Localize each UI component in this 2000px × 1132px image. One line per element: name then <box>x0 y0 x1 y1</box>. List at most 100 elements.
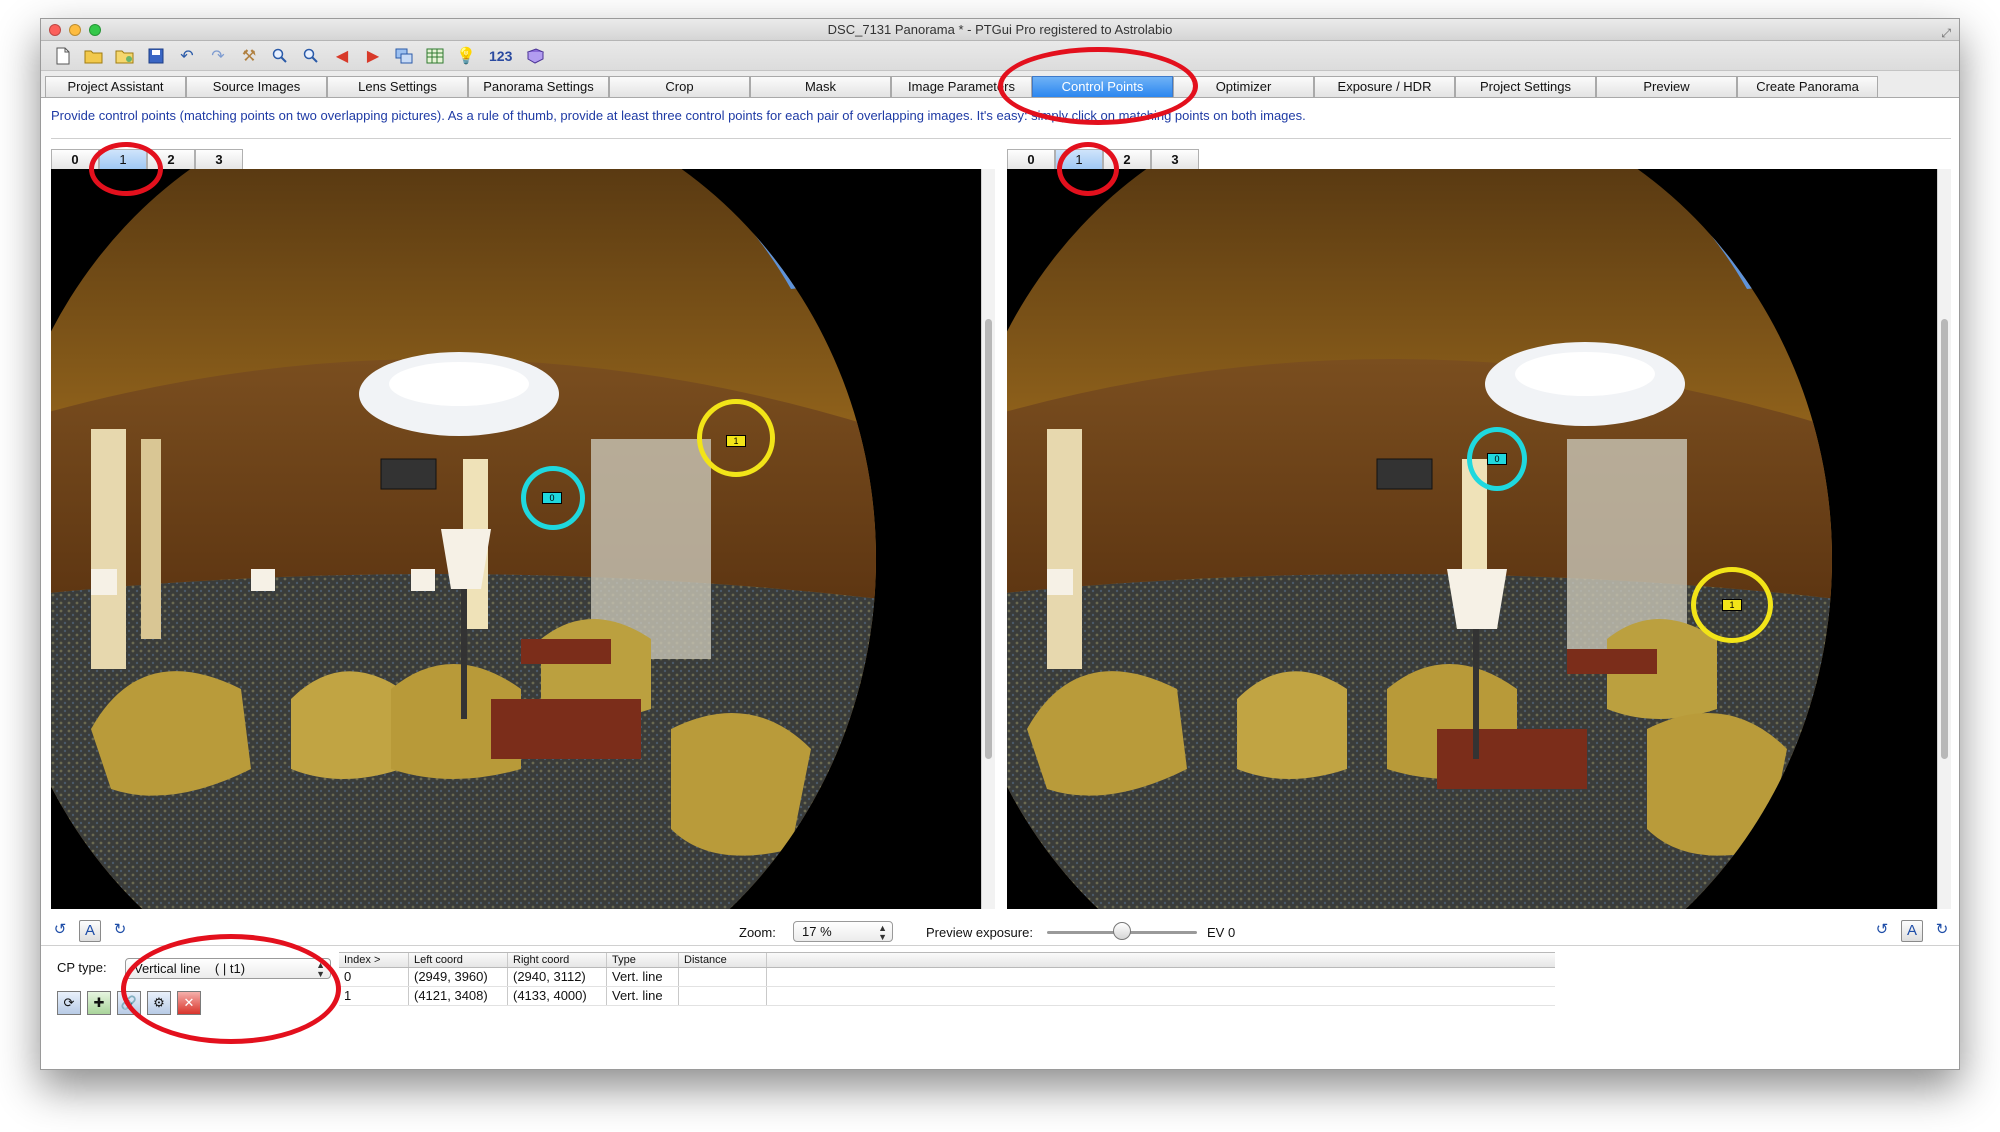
new-file-icon[interactable] <box>51 44 75 68</box>
tools-icon[interactable]: ⚒ <box>237 44 261 68</box>
table-row[interactable]: 0 (2949, 3960) (2940, 3112) Vert. line <box>339 968 1555 987</box>
open-recent-icon[interactable] <box>113 44 137 68</box>
col-index-header[interactable]: Index > <box>339 953 409 967</box>
images-icon[interactable] <box>392 44 416 68</box>
cell-right-coord: (4133, 4000) <box>508 987 607 1005</box>
zoom-label: Zoom: <box>739 925 776 940</box>
zoom-in-icon[interactable] <box>268 44 292 68</box>
table-icon[interactable] <box>423 44 447 68</box>
arrow-left-icon[interactable]: ◀ <box>330 44 354 68</box>
app-window: DSC_7131 Panorama * - PTGui Pro register… <box>40 18 1960 1070</box>
redo-icon[interactable]: ↷ <box>206 44 230 68</box>
book-icon[interactable] <box>523 44 547 68</box>
tab-project-assistant[interactable]: Project Assistant <box>45 76 186 97</box>
left-image-view[interactable]: 0 1 <box>51 169 981 909</box>
minimize-window-button[interactable] <box>69 24 81 36</box>
tab-bar: Project Assistant Source Images Lens Set… <box>41 71 1959 97</box>
right-cp0-label: 0 <box>1487 453 1507 465</box>
cp-link-icon[interactable]: 🔗 <box>117 991 141 1015</box>
cp-type-select[interactable]: Vertical line ( | t1) ▲ ▼ <box>125 958 331 979</box>
view-controls-bar: ↺ A ↻ Zoom: 17 % ▲ ▼ Preview exposure: EV… <box>41 917 1959 945</box>
left-auto-button[interactable]: A <box>79 920 101 942</box>
zoom-value: 17 % <box>802 924 832 939</box>
window-title: DSC_7131 Panorama * - PTGui Pro register… <box>827 22 1173 37</box>
cp-add-icon[interactable]: ✚ <box>87 991 111 1015</box>
cp-settings-icon[interactable]: ⚙ <box>147 991 171 1015</box>
cell-type: Vert. line <box>607 987 679 1005</box>
tab-source-images[interactable]: Source Images <box>186 76 327 97</box>
lightbulb-icon[interactable]: 💡 <box>454 44 478 68</box>
table-header: Index > Left coord Right coord Type Dist… <box>339 953 1555 968</box>
left-rotate-ccw-icon[interactable]: ↺ <box>49 920 71 942</box>
preview-exposure-label: Preview exposure: <box>926 925 1033 940</box>
left-image-tab-2[interactable]: 2 <box>147 149 195 169</box>
tab-optimizer[interactable]: Optimizer <box>1173 76 1314 97</box>
left-cp1-label: 1 <box>726 435 746 447</box>
right-scroll-thumb[interactable] <box>1941 319 1948 759</box>
save-icon[interactable] <box>144 44 168 68</box>
tab-create-panorama[interactable]: Create Panorama <box>1737 76 1878 97</box>
right-rotate-ccw-icon[interactable]: ↺ <box>1871 920 1893 942</box>
col-right-coord-header[interactable]: Right coord <box>508 953 607 967</box>
right-image-tab-0[interactable]: 0 <box>1007 149 1055 169</box>
col-distance-header[interactable]: Distance <box>679 953 767 967</box>
right-view-scrollbar[interactable] <box>1937 169 1951 909</box>
divider <box>51 138 1951 139</box>
right-image-tab-3[interactable]: 3 <box>1151 149 1199 169</box>
zoom-select[interactable]: 17 % ▲ ▼ <box>793 921 893 942</box>
select-arrows-icon: ▲ ▼ <box>878 923 887 942</box>
right-image-view[interactable]: 0 1 <box>1007 169 1937 909</box>
preview-exposure-value: EV 0 <box>1207 925 1236 940</box>
tab-mask[interactable]: Mask <box>750 76 891 97</box>
col-type-header[interactable]: Type <box>607 953 679 967</box>
cp-type-value: Vertical line ( | t1) <box>134 961 246 976</box>
open-folder-icon[interactable] <box>82 44 106 68</box>
right-rotate-cw-icon[interactable]: ↻ <box>1931 920 1953 942</box>
tab-crop[interactable]: Crop <box>609 76 750 97</box>
cell-left-coord: (4121, 3408) <box>409 987 508 1005</box>
instruction-text: Provide control points (matching points … <box>51 108 1306 123</box>
zoom-window-button[interactable] <box>89 24 101 36</box>
preview-exposure-slider-knob[interactable] <box>1113 922 1131 940</box>
cp-delete-icon[interactable]: ✕ <box>177 991 201 1015</box>
right-image-tabs: 0 1 2 3 <box>1007 149 1199 169</box>
cell-left-coord: (2949, 3960) <box>409 968 508 986</box>
right-fisheye-photo <box>1007 169 1832 909</box>
left-image-tabs: 0 1 2 3 <box>51 149 243 169</box>
select-arrows-icon: ▲ ▼ <box>316 960 325 979</box>
tab-project-settings[interactable]: Project Settings <box>1455 76 1596 97</box>
arrow-right-icon[interactable]: ▶ <box>361 44 385 68</box>
cell-filler <box>767 968 1555 986</box>
control-points-panel: Provide control points (matching points … <box>41 97 1959 1069</box>
control-points-table: Index > Left coord Right coord Type Dist… <box>339 952 1555 1006</box>
tab-panorama-settings[interactable]: Panorama Settings <box>468 76 609 97</box>
right-image-tab-2[interactable]: 2 <box>1103 149 1151 169</box>
right-auto-button[interactable]: A <box>1901 920 1923 942</box>
left-view-scrollbar[interactable] <box>981 169 995 909</box>
cell-type: Vert. line <box>607 968 679 986</box>
tab-preview[interactable]: Preview <box>1596 76 1737 97</box>
cp-type-label: CP type: <box>57 960 107 975</box>
cp-refresh-icon[interactable]: ⟳ <box>57 991 81 1015</box>
close-window-button[interactable] <box>49 24 61 36</box>
left-image-tab-1[interactable]: 1 <box>99 149 147 169</box>
col-left-coord-header[interactable]: Left coord <box>409 953 508 967</box>
control-point-list-section: CP type: Vertical line ( | t1) ▲ ▼ ⟳ ✚ 🔗 … <box>41 945 1959 1025</box>
left-fisheye-photo <box>51 169 876 909</box>
zoom-out-icon[interactable] <box>299 44 323 68</box>
left-cp0-label: 0 <box>542 492 562 504</box>
left-image-tab-0[interactable]: 0 <box>51 149 99 169</box>
left-scroll-thumb[interactable] <box>985 319 992 759</box>
table-row[interactable]: 1 (4121, 3408) (4133, 4000) Vert. line <box>339 987 1555 1006</box>
col-filler-header <box>767 953 1555 967</box>
tab-exposure-hdr[interactable]: Exposure / HDR <box>1314 76 1455 97</box>
tab-control-points[interactable]: Control Points <box>1032 76 1173 97</box>
right-image-tab-1[interactable]: 1 <box>1055 149 1103 169</box>
left-rotate-cw-icon[interactable]: ↻ <box>109 920 131 942</box>
left-image-tab-3[interactable]: 3 <box>195 149 243 169</box>
undo-icon[interactable]: ↶ <box>175 44 199 68</box>
tab-lens-settings[interactable]: Lens Settings <box>327 76 468 97</box>
numbering-button[interactable]: 123 <box>485 48 516 64</box>
tab-image-parameters[interactable]: Image Parameters <box>891 76 1032 97</box>
cell-distance <box>679 987 767 1005</box>
